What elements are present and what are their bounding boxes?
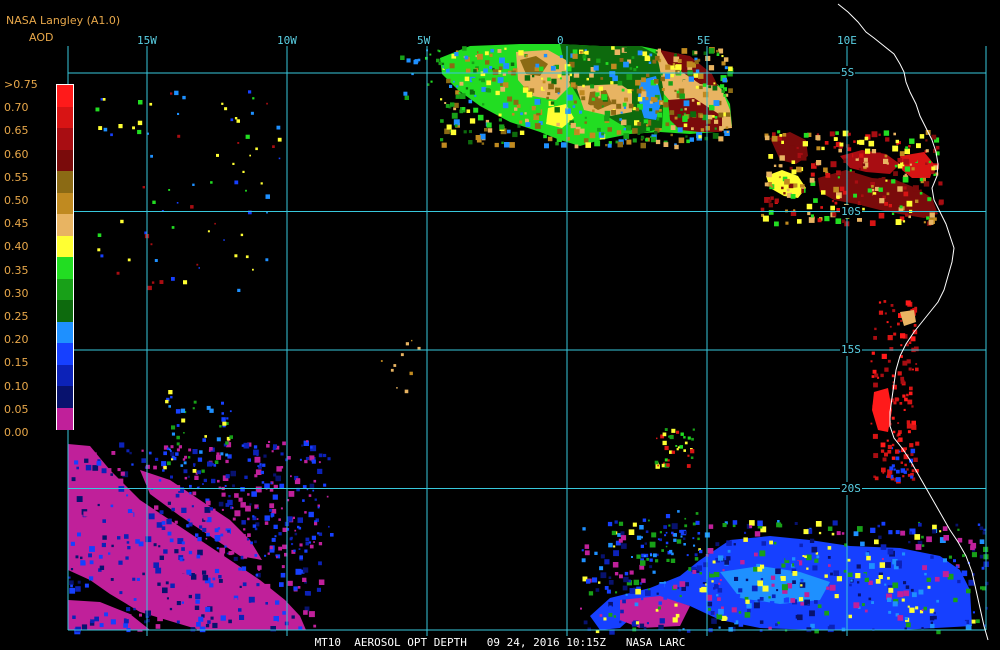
legend-label: 0.30 <box>4 286 29 300</box>
legend-label: 0.55 <box>4 170 29 184</box>
longitude-label: 15W <box>137 34 157 47</box>
longitude-label: 5W <box>417 34 431 47</box>
legend-swatch <box>57 257 73 279</box>
longitude-label: 5E <box>697 34 711 47</box>
legend-label: 0.50 <box>4 194 29 207</box>
legend-label: 0.00 <box>4 426 29 439</box>
legend-swatch <box>57 343 73 365</box>
legend-swatch <box>57 128 73 150</box>
latitude-label: 5S <box>840 66 856 79</box>
coastal-tan-patch <box>900 310 916 326</box>
legend-swatch <box>57 278 73 301</box>
latitude-label: 10S <box>840 204 862 218</box>
aod-color-legend <box>56 84 74 430</box>
latitude-label: 20S <box>840 481 862 495</box>
legend-swatch <box>57 171 73 193</box>
aod-retrieval-layer <box>68 44 989 635</box>
aod-map <box>67 3 989 641</box>
legend-swatch <box>57 192 73 215</box>
footer-caption: MT10 AEROSOL OPT DEPTH 09 24, 2016 10:15… <box>314 636 686 649</box>
longitude-label: 10W <box>277 34 297 47</box>
legend-swatch <box>57 235 73 258</box>
legend-swatch <box>57 106 73 129</box>
coastal-red-patch <box>872 388 892 432</box>
legend-label: 0.70 <box>4 101 29 115</box>
legend-label: 0.65 <box>4 124 29 138</box>
coastal-red-cells <box>870 300 919 482</box>
legend-label: 0.05 <box>4 402 29 416</box>
legend-label: 0.40 <box>4 240 29 254</box>
legend-swatch <box>57 386 73 408</box>
legend-swatch <box>57 214 73 236</box>
scattered-cells <box>654 428 695 469</box>
legend-label: 0.35 <box>4 263 29 277</box>
product-name: AOD <box>29 31 54 44</box>
aod-map-view: NASA Langley (A1.0) AOD 15W 10W 5W 0 5E 10E 5… <box>0 0 1000 650</box>
legend-swatch <box>57 149 73 172</box>
legend-swatch <box>57 85 73 107</box>
legend-label: 0.60 <box>4 147 29 161</box>
legend-label: 0.10 <box>4 379 29 393</box>
legend-label: 0.45 <box>4 217 29 231</box>
legend-label: 0.15 <box>4 356 29 370</box>
legend-label: 0.20 <box>4 333 29 347</box>
legend-swatch <box>57 364 73 387</box>
scattered-cells <box>95 90 282 292</box>
legend-label: >0.75 <box>4 78 38 91</box>
latitude-label: 15S <box>840 343 862 356</box>
legend-swatch <box>57 407 73 430</box>
legend-swatch <box>57 321 73 344</box>
legend-swatch <box>57 300 73 322</box>
longitude-label: 10E <box>837 34 857 47</box>
legend-label: 0.25 <box>4 310 29 323</box>
scattered-cells <box>380 339 421 394</box>
product-source-title: NASA Langley (A1.0) <box>6 14 121 27</box>
longitude-label: 0 <box>557 34 564 47</box>
